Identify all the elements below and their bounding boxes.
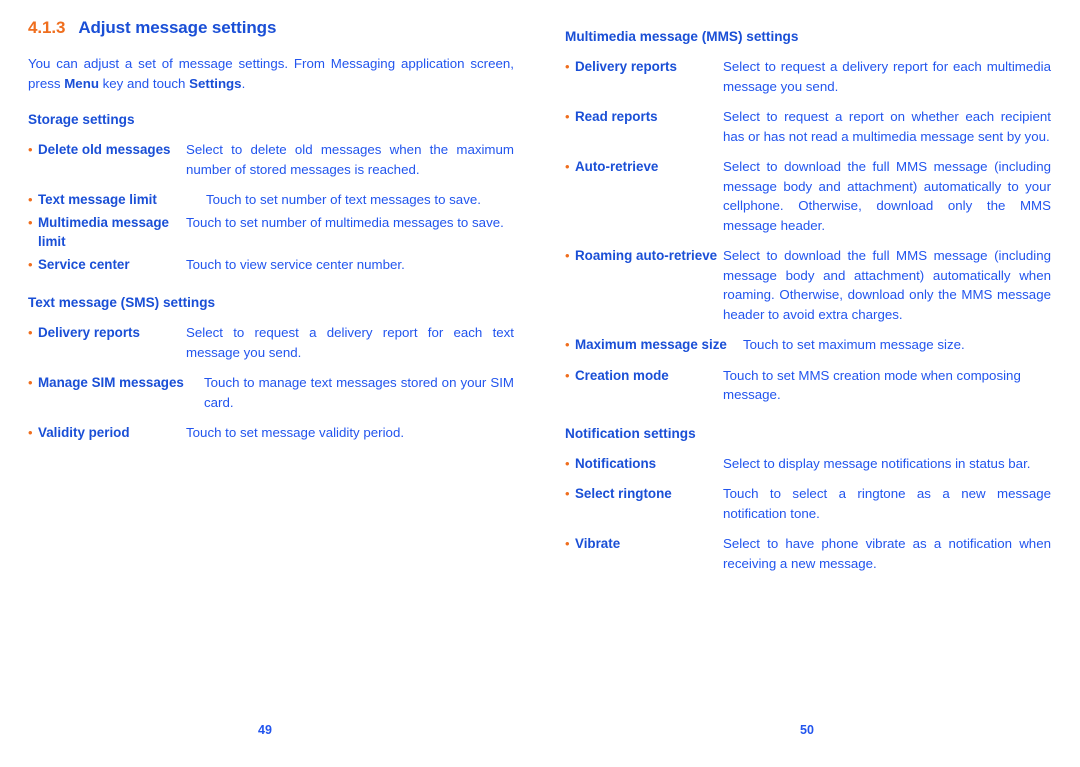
list-item[interactable]: • Auto-retrieve Select to download the f… [565, 157, 1051, 235]
setting-description: Select to download the full MMS message … [723, 159, 1051, 233]
setting-description: Select to request a report on whether ea… [723, 109, 1051, 144]
setting-term: Manage SIM messages [38, 375, 184, 390]
definition-list-notification: • Notifications Select to display messag… [565, 454, 1055, 574]
setting-term: Maximum message size [575, 337, 727, 352]
bullet-icon: • [565, 248, 570, 263]
setting-term: Notifications [575, 455, 657, 471]
list-item[interactable]: • Delivery reports Select to request a d… [565, 57, 1051, 96]
list-item[interactable]: • Read reports Select to request a repor… [565, 107, 1051, 146]
setting-description: Touch to set MMS creation mode when comp… [723, 367, 1021, 403]
setting-description: Select to display message notifications … [723, 455, 1031, 471]
bullet-icon: • [565, 536, 570, 551]
setting-term: Multimedia message limit [38, 214, 169, 250]
setting-description: Select to request a delivery report for … [186, 325, 514, 360]
bullet-icon: • [28, 142, 33, 157]
list-item[interactable]: • Notifications Select to display messag… [565, 454, 1051, 474]
intro-text-2: key and touch [98, 75, 190, 91]
section-number: 4.1.3 [28, 18, 66, 37]
bullet-icon: • [565, 486, 570, 501]
list-item[interactable]: • Validity period Touch to set message v… [28, 423, 514, 443]
setting-description: Touch to view service center number. [186, 256, 405, 272]
definition-list-sms: • Delivery reports Select to request a d… [28, 323, 518, 443]
intro-key-menu: Menu [64, 75, 99, 91]
bullet-icon: • [28, 256, 33, 272]
left-page-column: 4.1.3 Adjust message settings You can ad… [28, 0, 518, 767]
intro-paragraph: You can adjust a set of message settings… [28, 54, 514, 93]
intro-text-3: . [241, 75, 246, 91]
list-item[interactable]: • Vibrate Select to have phone vibrate a… [565, 534, 1051, 573]
setting-description: Select to request a delivery report for … [723, 59, 1051, 94]
list-item[interactable]: • Delete old messages Select to delete o… [28, 140, 514, 179]
setting-term: Delivery reports [575, 59, 677, 74]
setting-term: Delivery reports [38, 325, 140, 340]
setting-term: Roaming auto-retrieve [575, 248, 718, 263]
setting-description: Touch to set message validity period. [186, 425, 405, 440]
page-title: 4.1.3 Adjust message settings [28, 18, 518, 38]
bullet-icon: • [28, 425, 33, 440]
setting-term: Creation mode [575, 367, 669, 383]
list-item[interactable]: • Multimedia message limit Touch to set … [28, 213, 514, 252]
definition-list-mms: • Delivery reports Select to request a d… [565, 57, 1055, 405]
definition-list-storage: • Delete old messages Select to delete o… [28, 140, 518, 274]
setting-description: Touch to manage text messages stored on … [204, 375, 514, 410]
list-item[interactable]: • Creation mode Touch to set MMS creatio… [565, 366, 1051, 405]
bullet-icon: • [28, 375, 33, 390]
subsection-heading-mms: Multimedia message (MMS) settings [565, 29, 799, 44]
bullet-icon: • [28, 192, 33, 207]
list-item[interactable]: • Roaming auto-retrieve Select to downlo… [565, 246, 1051, 324]
subsection-heading-storage: Storage settings [28, 112, 135, 127]
section-title: Adjust message settings [78, 18, 277, 37]
page-number-left: 49 [258, 723, 272, 737]
subsection-heading-notification: Notification settings [565, 425, 696, 441]
setting-term: Service center [38, 256, 130, 272]
bullet-icon: • [565, 59, 570, 74]
setting-term: Validity period [38, 425, 130, 440]
list-item[interactable]: • Service center Touch to view service c… [28, 255, 514, 275]
setting-description: Touch to set number of text messages to … [206, 192, 481, 207]
setting-term: Text message limit [38, 192, 157, 207]
setting-description: Touch to select a ringtone as a new mess… [723, 486, 1051, 521]
bullet-icon: • [565, 367, 570, 383]
list-item[interactable]: • Delivery reports Select to request a d… [28, 323, 514, 362]
bullet-icon: • [28, 325, 33, 340]
bullet-icon: • [565, 455, 570, 471]
setting-term: Select ringtone [575, 486, 672, 501]
list-item[interactable]: • Manage SIM messages Touch to manage te… [28, 373, 514, 412]
bullet-icon: • [28, 214, 33, 230]
setting-description: Select to have phone vibrate as a notifi… [723, 536, 1051, 571]
setting-description: Select to delete old messages when the m… [186, 142, 514, 177]
right-page-column: Multimedia message (MMS) settings • Deli… [565, 0, 1055, 767]
setting-description: Select to download the full MMS message … [723, 248, 1051, 322]
bullet-icon: • [565, 159, 570, 174]
setting-term: Delete old messages [38, 142, 171, 157]
subsection-heading-sms: Text message (SMS) settings [28, 295, 216, 310]
setting-description: Touch to set number of multimedia messag… [186, 214, 504, 230]
bullet-icon: • [565, 109, 570, 124]
page-number-right: 50 [800, 723, 814, 737]
list-item[interactable]: • Text message limit Touch to set number… [28, 190, 514, 210]
intro-key-settings: Settings [189, 75, 242, 91]
setting-term: Vibrate [575, 536, 621, 551]
list-item[interactable]: • Maximum message size Touch to set maxi… [565, 335, 1051, 355]
document-page-spread: 4.1.3 Adjust message settings You can ad… [0, 0, 1080, 767]
setting-term: Read reports [575, 109, 658, 124]
setting-description: Touch to set maximum message size. [743, 337, 965, 352]
setting-term: Auto-retrieve [575, 159, 659, 174]
bullet-icon: • [565, 337, 570, 352]
list-item[interactable]: • Select ringtone Touch to select a ring… [565, 484, 1051, 523]
